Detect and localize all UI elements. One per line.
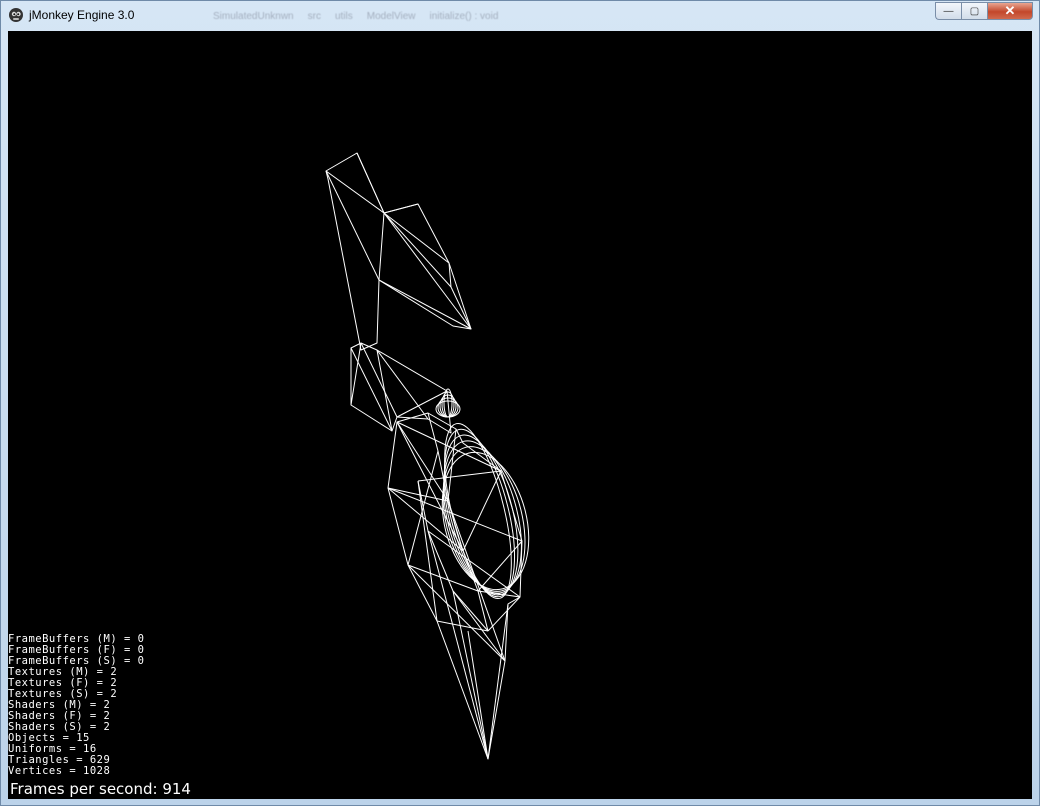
minimize-icon: — [943,5,954,17]
stat-line: Vertices = 1028 [8,765,111,777]
mesh-edge [407,564,506,662]
mesh-edge [378,212,385,281]
mesh-edge [325,170,380,281]
mesh-edge [447,500,506,662]
mesh-edge [383,212,450,264]
background-toolbar-item: initialize() : void [429,10,499,22]
mesh-edge [417,470,502,482]
minimize-button[interactable]: — [935,2,961,20]
mesh-edge [350,342,452,434]
mesh-edge [325,152,472,351]
mesh-edge [417,480,438,622]
maximize-icon: ▢ [969,5,980,17]
mesh-edge [477,540,523,592]
mesh-edge [356,152,385,214]
title-bar[interactable]: jMonkey Engine 3.0 SimulatedUnknwn src u… [1,1,1039,30]
mesh-edge [383,212,452,288]
window-controls: — ▢ ✕ [935,2,1033,20]
mesh-edge [350,342,362,406]
maximize-button[interactable]: ▢ [961,2,987,20]
jmonkey-app-icon [9,8,23,22]
background-toolbar-item: SimulatedUnknwn [213,10,294,22]
render-stats-panel: FrameBuffers (M) = 0 FrameBuffers (F) = … [8,634,144,777]
mesh-edge [452,590,489,760]
mesh-edge [383,203,419,214]
mesh-edge [325,170,385,214]
background-toolbar-item: src [307,10,321,22]
mesh-edge [387,412,523,760]
fps-counter: Frames per second: 914 [10,780,191,798]
mesh-edge [427,530,489,760]
mesh-edge [387,487,449,502]
app-window: jMonkey Engine 3.0 SimulatedUnknwn src u… [0,0,1040,806]
background-toolbar: SimulatedUnknwn src utils ModelView init… [213,6,713,26]
background-toolbar-item: ModelView [366,10,416,22]
mesh-edge [383,212,472,330]
mesh-edge [427,412,439,452]
close-icon: ✕ [1004,3,1016,18]
mesh-edge [376,349,429,420]
background-toolbar-item: utils [334,10,353,22]
mesh-edge [462,470,502,552]
window-title: jMonkey Engine 3.0 [29,8,135,22]
close-button[interactable]: ✕ [987,2,1033,20]
wireframe-model [325,152,530,760]
mesh-edge [417,480,429,532]
render-viewport[interactable]: FrameBuffers (M) = 0 FrameBuffers (F) = … [8,31,1032,799]
